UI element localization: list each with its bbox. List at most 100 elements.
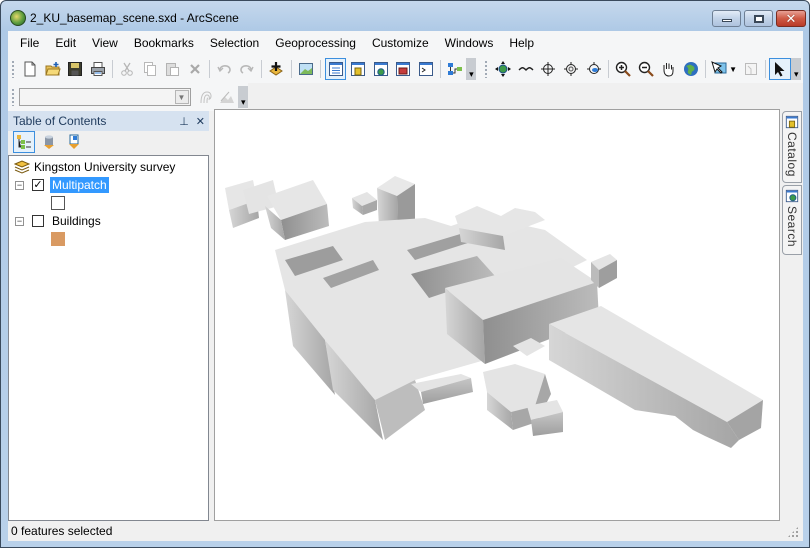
chevron-down-icon[interactable]: ▼	[174, 90, 189, 104]
collapse-icon[interactable]: −	[15, 180, 24, 190]
print-button[interactable]	[87, 58, 109, 80]
layer-symbol-swatch[interactable]	[51, 232, 65, 246]
print-icon	[90, 62, 105, 76]
zoom-to-target-tool[interactable]	[560, 58, 582, 80]
paste-button[interactable]	[162, 58, 184, 80]
pan-tool[interactable]	[657, 58, 679, 80]
open-button[interactable]	[42, 58, 64, 80]
new-document-button[interactable]	[19, 58, 41, 80]
close-icon[interactable]: ✕	[196, 115, 205, 128]
model-builder-button[interactable]	[444, 58, 466, 80]
add-data-icon	[269, 62, 284, 76]
toc-header: Table of Contents ⊥ ✕	[8, 111, 209, 131]
layer-name[interactable]: Multipatch	[50, 177, 109, 193]
save-icon	[68, 62, 83, 76]
layer-row-multipatch[interactable]: − ✓ Multipatch	[15, 176, 109, 194]
toolbar-grip[interactable]	[11, 60, 15, 78]
center-on-target-tool[interactable]	[538, 58, 560, 80]
toolbar-separator	[290, 60, 292, 78]
menu-customize[interactable]: Customize	[364, 32, 437, 54]
toolbar-overflow-button[interactable]: ▾	[466, 58, 477, 80]
scene-view[interactable]	[214, 109, 780, 521]
menu-bookmarks[interactable]: Bookmarks	[126, 32, 202, 54]
arcscene-app-icon	[10, 10, 26, 26]
layer-visibility-checkbox[interactable]: ✓	[32, 179, 44, 191]
select-elements-tool[interactable]	[769, 58, 791, 80]
menu-windows[interactable]: Windows	[437, 32, 502, 54]
building	[243, 180, 329, 240]
redo-button[interactable]	[236, 58, 258, 80]
contour-button[interactable]	[195, 86, 216, 108]
fly-tool[interactable]	[515, 58, 537, 80]
add-data-button[interactable]	[266, 58, 288, 80]
status-text: 0 features selected	[11, 524, 113, 538]
delete-button[interactable]	[184, 58, 206, 80]
menu-selection[interactable]: Selection	[202, 32, 267, 54]
catalog-dock-tab[interactable]: Catalog	[782, 111, 802, 183]
layer-combo[interactable]: ▼	[18, 88, 191, 106]
undo-button[interactable]	[214, 58, 236, 80]
search-dock-tab[interactable]: Search	[782, 185, 802, 255]
copy-button[interactable]	[139, 58, 161, 80]
python-window-button[interactable]	[415, 58, 437, 80]
navigate-tool[interactable]	[493, 58, 515, 80]
toolbar-separator	[112, 60, 114, 78]
menu-help[interactable]: Help	[501, 32, 542, 54]
toolbox-window-icon	[396, 62, 411, 76]
target-icon	[541, 62, 556, 76]
scene-layer-name: Kingston University survey	[34, 160, 176, 174]
menu-view[interactable]: View	[84, 32, 126, 54]
select-features-tool[interactable]: ▼	[709, 58, 738, 80]
layer-name[interactable]: Buildings	[50, 214, 101, 228]
layer-symbol-swatch[interactable]	[51, 196, 65, 210]
menu-bar: File Edit View Bookmarks Selection Geopr…	[8, 31, 803, 55]
globe-icon	[683, 62, 698, 76]
delete-icon	[190, 64, 200, 74]
title-bar[interactable]: 2_KU_basemap_scene.sxd - ArcScene ✕	[1, 1, 809, 31]
list-by-source-button[interactable]	[38, 131, 60, 153]
window-title: 2_KU_basemap_scene.sxd - ArcScene	[30, 11, 239, 25]
toolbar-overflow-button[interactable]: ▾	[791, 58, 802, 80]
pin-icon[interactable]: ⊥	[179, 115, 189, 128]
contour-icon	[200, 91, 211, 104]
line-of-sight-button[interactable]	[217, 86, 238, 108]
minimize-icon	[721, 19, 732, 22]
collapse-icon[interactable]: −	[15, 216, 24, 226]
python-window-icon	[418, 62, 433, 76]
chevron-down-icon: ▼	[729, 64, 738, 74]
arcscene-window: 2_KU_basemap_scene.sxd - ArcScene ✕ File…	[0, 0, 810, 548]
zoom-in-tool[interactable]	[612, 58, 634, 80]
arctoolbox-window-button[interactable]	[392, 58, 414, 80]
save-button[interactable]	[64, 58, 86, 80]
scene-layer-row[interactable]: Kingston University survey	[14, 158, 175, 176]
resize-grip[interactable]	[787, 526, 799, 538]
fly-icon	[518, 67, 534, 71]
close-button[interactable]: ✕	[776, 10, 806, 27]
list-by-visibility-button[interactable]	[63, 131, 85, 153]
layer-visibility-checkbox[interactable]	[32, 215, 44, 227]
menu-geoprocessing[interactable]: Geoprocessing	[267, 32, 364, 54]
3d-analyst-toolbar: ▼ ▾	[8, 83, 248, 111]
observer-icon	[586, 62, 601, 74]
set-observer-tool[interactable]	[583, 58, 605, 80]
clear-selection-tool[interactable]	[740, 58, 762, 80]
cut-button[interactable]	[117, 58, 139, 80]
zoom-out-tool[interactable]	[635, 58, 657, 80]
paste-icon	[166, 63, 180, 76]
layer-row-buildings[interactable]: − Buildings	[15, 212, 101, 230]
toolbar-grip[interactable]	[484, 60, 489, 78]
search-window-button[interactable]	[370, 58, 392, 80]
standard-toolbar: ▾ ▼ ▾	[8, 55, 803, 83]
full-extent-tool[interactable]	[680, 58, 702, 80]
list-by-drawing-order-button[interactable]	[12, 131, 35, 153]
toolbar-grip[interactable]	[11, 88, 15, 106]
menu-file[interactable]: File	[12, 32, 47, 54]
menu-edit[interactable]: Edit	[47, 32, 84, 54]
building	[549, 306, 763, 448]
table-of-contents-button[interactable]	[324, 58, 347, 80]
minimize-button[interactable]	[712, 10, 741, 27]
scene-view-button[interactable]	[295, 58, 317, 80]
toolbar-overflow-button[interactable]: ▾	[238, 86, 248, 108]
catalog-window-button[interactable]	[347, 58, 369, 80]
maximize-button[interactable]	[744, 10, 773, 27]
